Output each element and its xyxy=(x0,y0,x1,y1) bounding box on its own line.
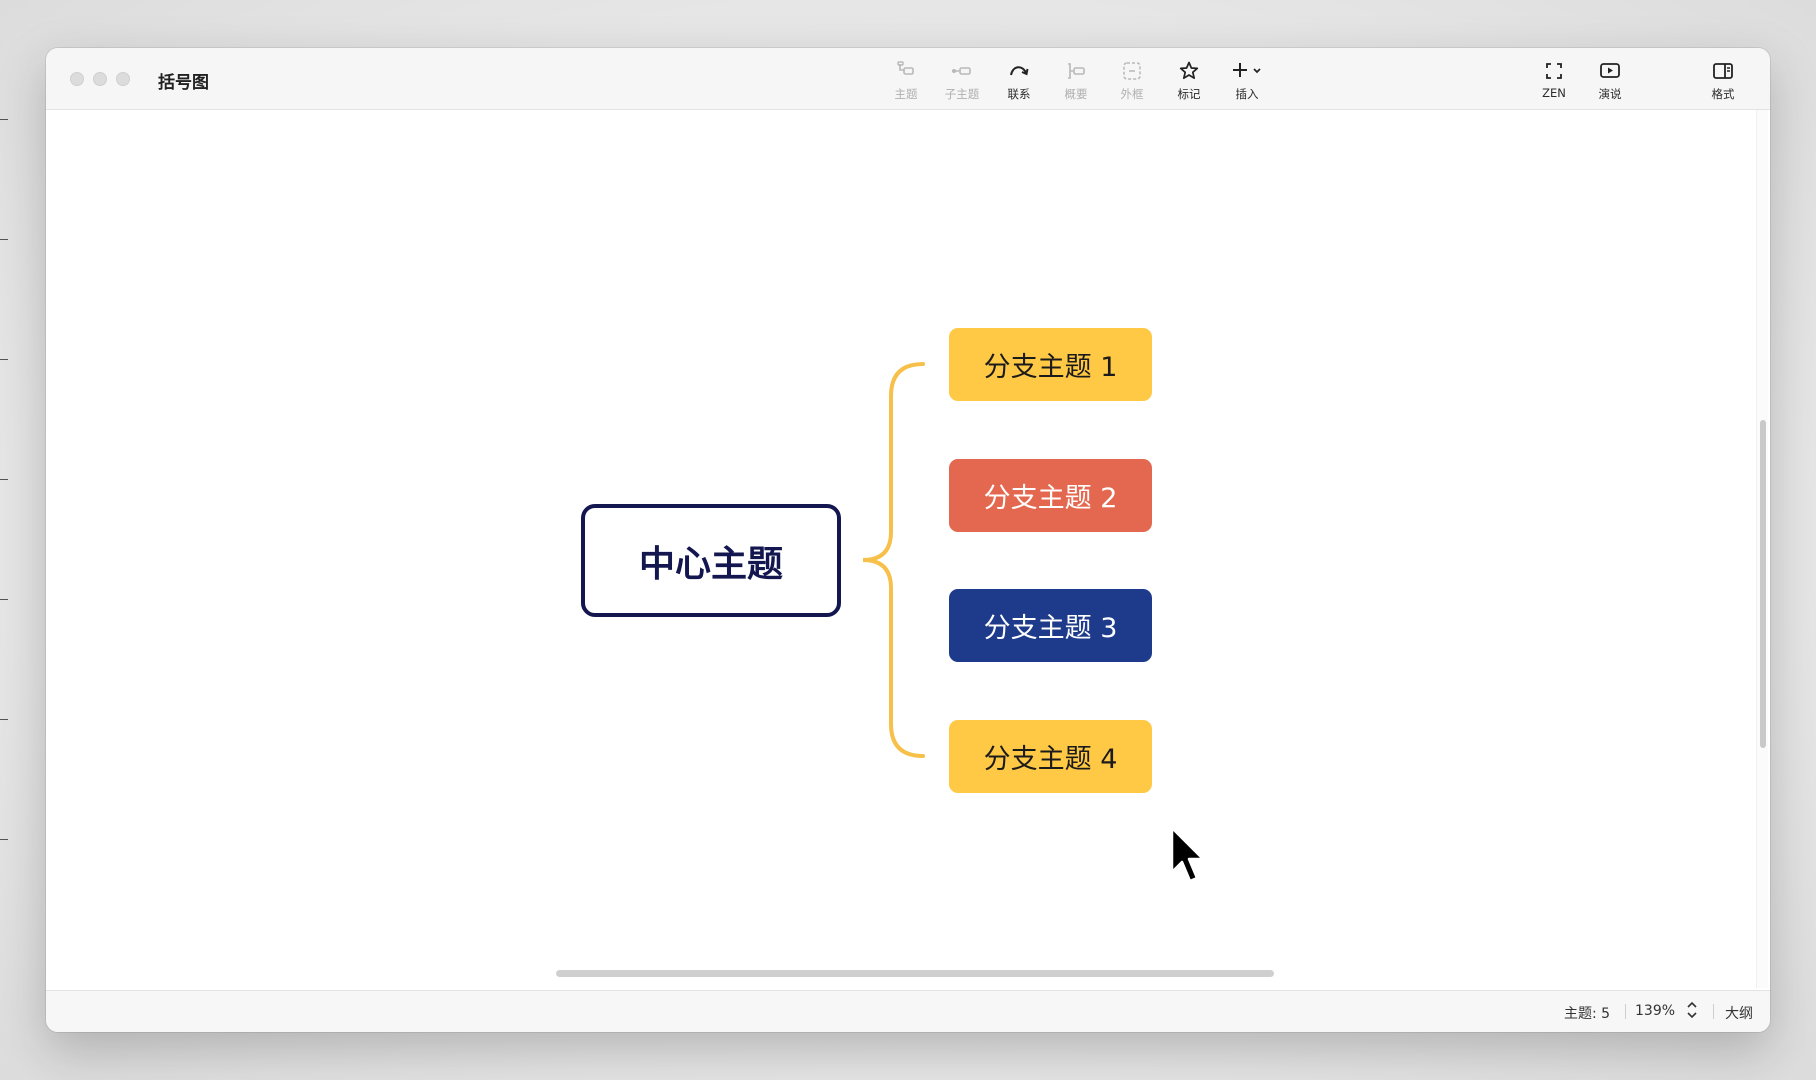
branch-topic[interactable]: 分支主题 3 xyxy=(949,589,1152,662)
pitch-button-label: 演说 xyxy=(1598,87,1622,101)
branch-topic-label: 分支主题 4 xyxy=(983,744,1118,775)
status-divider xyxy=(1625,1004,1626,1019)
subtopic-button-label: 子主题 xyxy=(944,87,980,101)
app-window: 括号图 主题 子主题 联系 概要 外框 标记 插入 ZEN 演说 格式 中心主题… xyxy=(46,48,1770,1032)
branch-topic[interactable]: 分支主题 2 xyxy=(949,459,1152,532)
fullscreen-icon xyxy=(1546,63,1562,79)
status-divider xyxy=(1713,1004,1714,1019)
topic-count: 主题: 5 xyxy=(1564,1006,1611,1022)
zen-button[interactable]: ZEN xyxy=(1528,58,1580,104)
branch-topic[interactable]: 分支主题 4 xyxy=(949,720,1152,793)
star-icon xyxy=(1179,61,1199,80)
minimize-window-button[interactable] xyxy=(93,72,107,86)
branch-topic-label: 分支主题 2 xyxy=(983,483,1118,514)
boundary-icon xyxy=(1123,62,1141,80)
format-button-label: 格式 xyxy=(1711,87,1735,101)
close-window-button[interactable] xyxy=(70,72,84,86)
branch-topic[interactable]: 分支主题 1 xyxy=(949,328,1152,401)
summary-icon xyxy=(1068,63,1085,79)
boundary-button[interactable]: 外框 xyxy=(1106,58,1158,104)
zoom-stepper[interactable] xyxy=(1686,999,1698,1025)
topic-button-label: 主题 xyxy=(894,87,918,101)
edge-ticks xyxy=(0,0,10,1080)
plus-icon xyxy=(1233,63,1261,77)
topic-button[interactable]: 主题 xyxy=(880,58,932,104)
outline-button[interactable]: 大纲 xyxy=(1725,1003,1753,1023)
document-title: 括号图 xyxy=(158,73,209,93)
summary-button-label: 概要 xyxy=(1064,87,1088,101)
subtopic-button[interactable]: 子主题 xyxy=(936,58,988,104)
zoom-window-button[interactable] xyxy=(116,72,130,86)
subtopic-icon xyxy=(952,67,971,75)
vertical-scroll-thumb[interactable] xyxy=(1760,420,1766,748)
mouse-pointer-icon xyxy=(1170,826,1205,883)
relationship-icon xyxy=(1010,66,1029,76)
relationship-button[interactable]: 联系 xyxy=(993,58,1045,104)
branch-topic-label: 分支主题 1 xyxy=(983,352,1118,383)
summary-button[interactable]: 概要 xyxy=(1050,58,1102,104)
relationship-button-label: 联系 xyxy=(1007,87,1031,101)
presentation-icon xyxy=(1600,63,1620,78)
format-panel-icon xyxy=(1713,63,1733,79)
zoom-level[interactable]: 139% xyxy=(1635,1003,1675,1019)
title-bar: 括号图 主题 子主题 联系 概要 外框 标记 插入 ZEN 演说 格式 xyxy=(46,48,1770,110)
insert-button-label: 插入 xyxy=(1235,87,1259,101)
central-topic-label: 中心主题 xyxy=(638,543,783,585)
marker-button[interactable]: 标记 xyxy=(1163,58,1215,104)
topic-icon xyxy=(897,61,914,75)
zen-button-label: ZEN xyxy=(1542,86,1566,100)
mind-map-canvas[interactable] xyxy=(46,110,1756,988)
central-topic[interactable]: 中心主题 xyxy=(581,504,841,617)
vertical-scrollbar[interactable] xyxy=(1756,110,1768,988)
updown-chevron-icon xyxy=(1687,1001,1697,1019)
horizontal-scroll-thumb[interactable] xyxy=(556,970,1274,977)
window-controls xyxy=(70,72,130,86)
horizontal-scrollbar[interactable] xyxy=(46,966,1756,980)
branch-topic-label: 分支主题 3 xyxy=(983,613,1118,644)
format-button[interactable]: 格式 xyxy=(1697,58,1749,104)
marker-button-label: 标记 xyxy=(1177,87,1201,101)
status-bar: 主题: 5 139% 大纲 xyxy=(46,990,1770,1032)
pitch-button[interactable]: 演说 xyxy=(1584,58,1636,104)
boundary-button-label: 外框 xyxy=(1120,87,1144,101)
insert-button[interactable]: 插入 xyxy=(1219,58,1275,104)
